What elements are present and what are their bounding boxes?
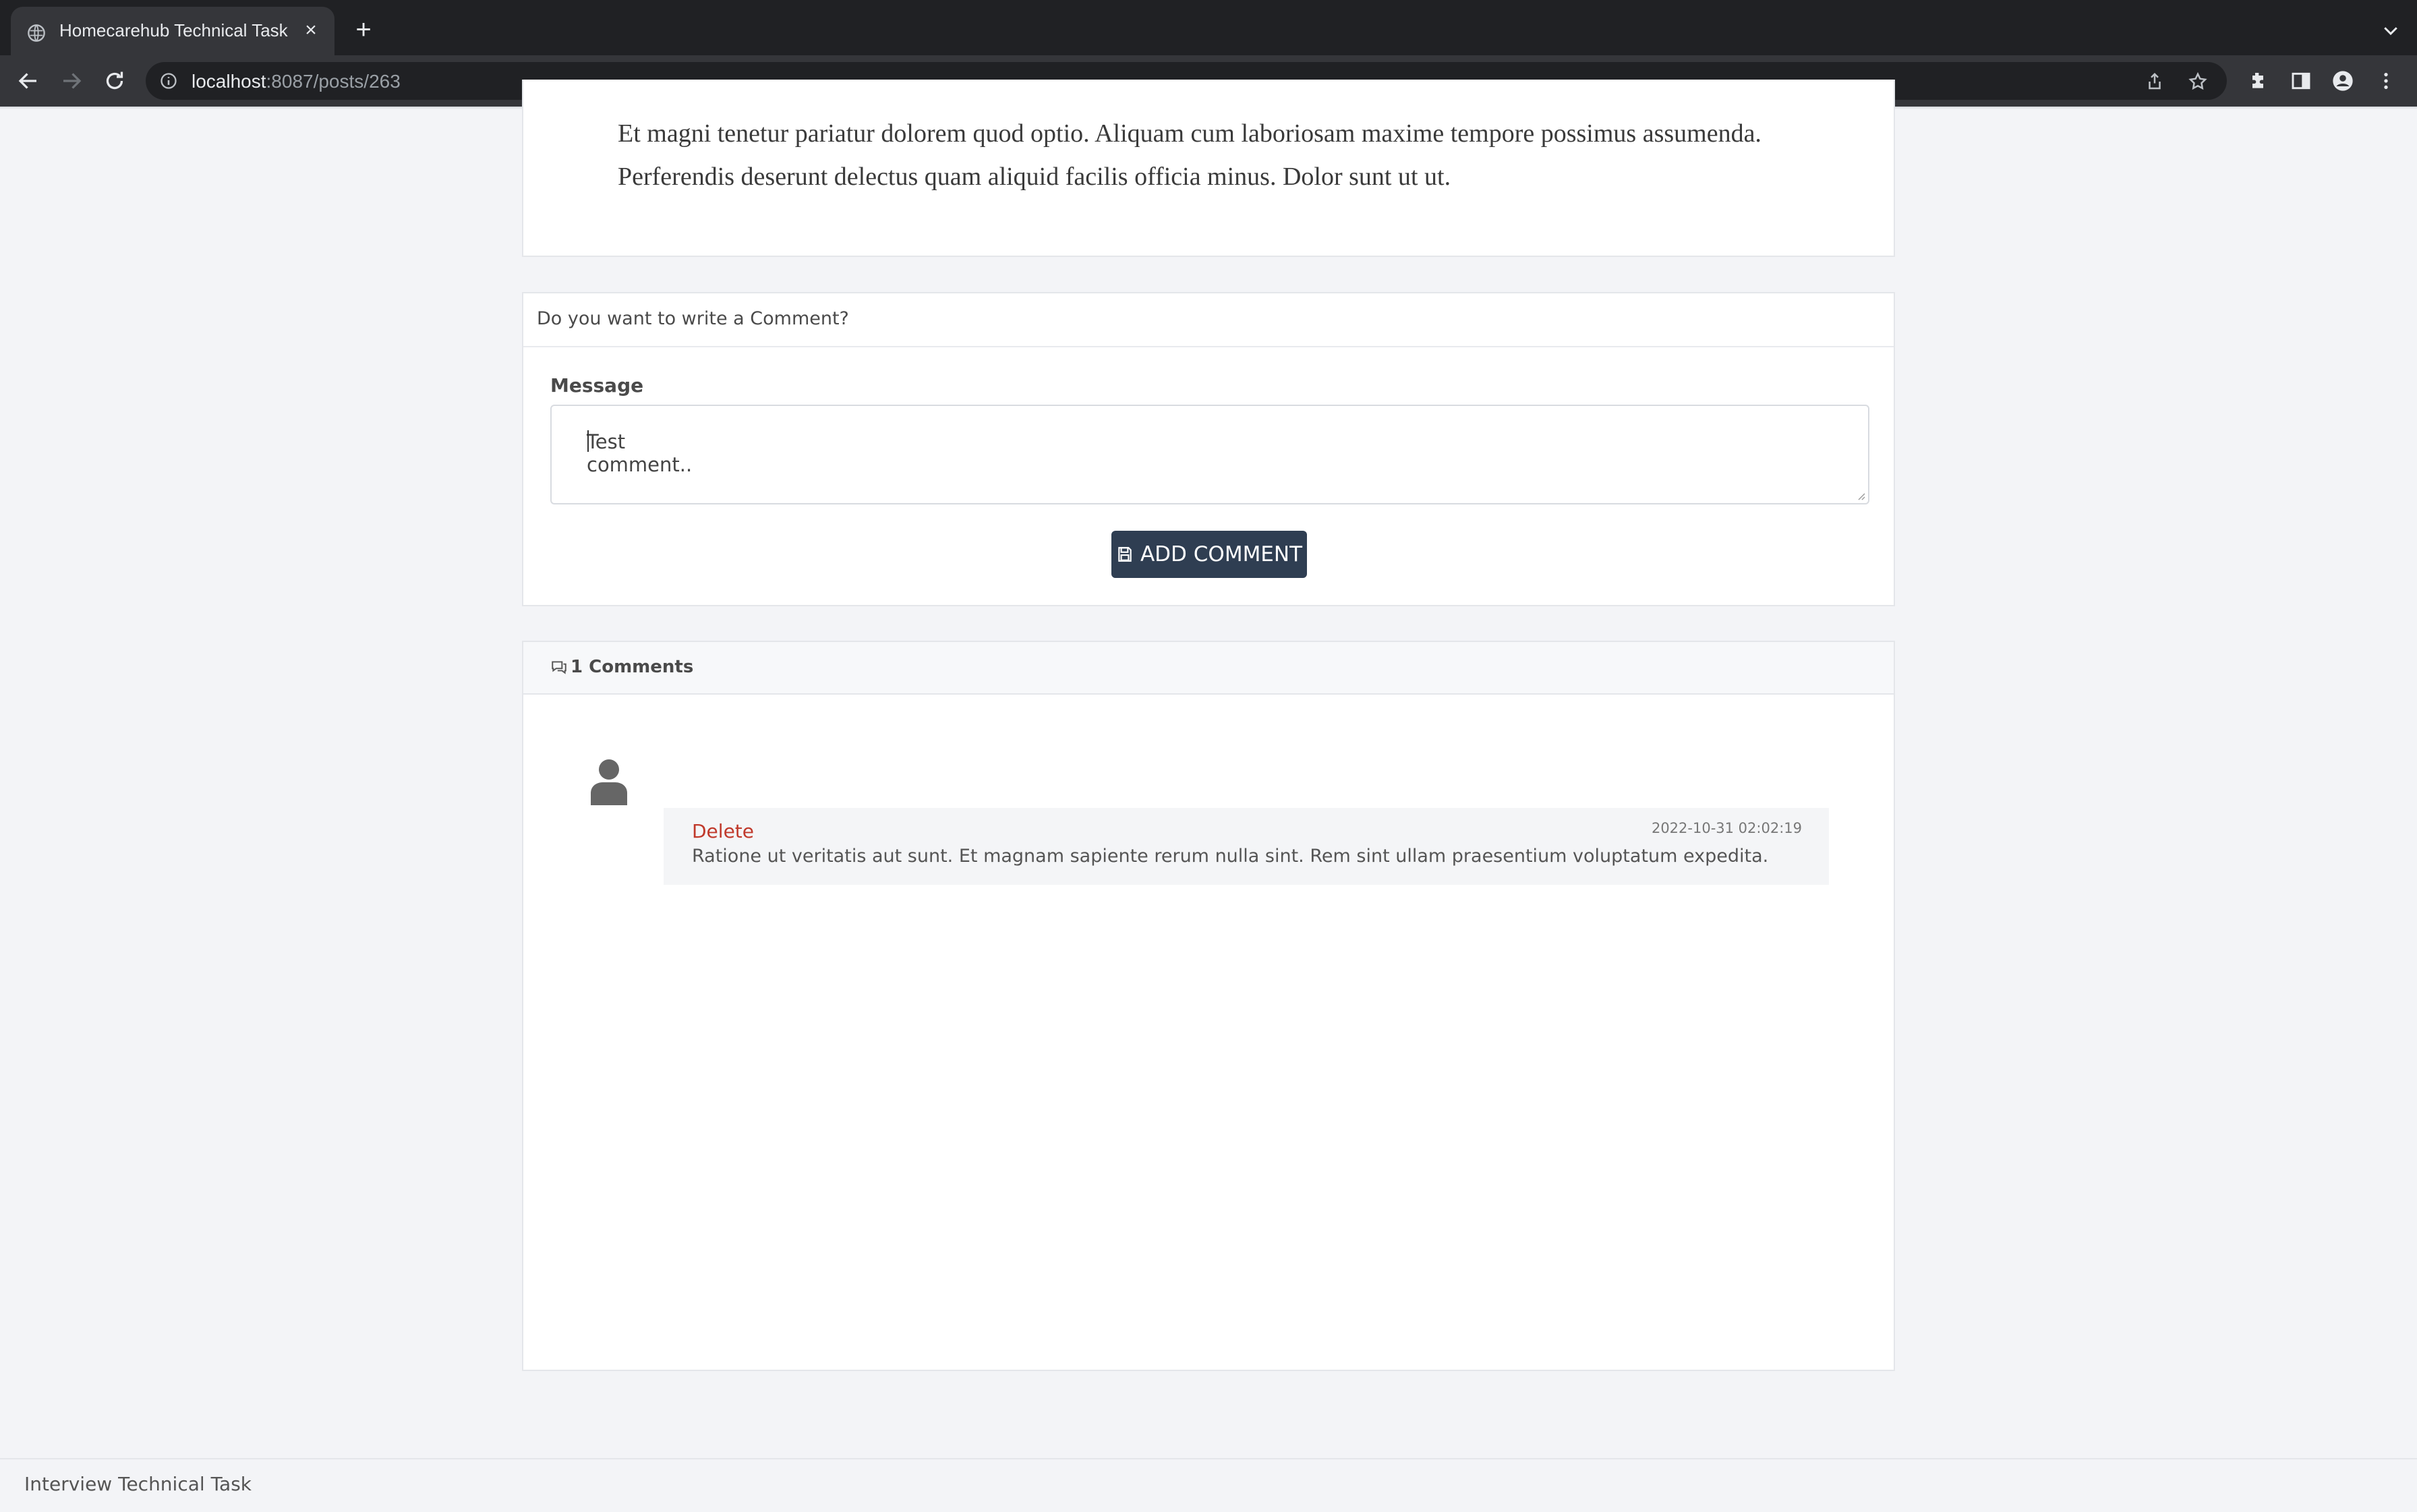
browser-tab[interactable]: Homecarehub Technical Task × (11, 7, 334, 59)
comment-item: Delete 2022-10-31 02:02:19 Ratione ut ve… (664, 808, 1829, 885)
comment-text: Ratione ut veritatis aut sunt. Et magnam… (692, 846, 1769, 867)
message-text: Test comment.. (587, 430, 693, 476)
footer-text: Interview Technical Task (24, 1473, 252, 1495)
resize-handle-icon[interactable] (1856, 491, 1865, 500)
comments-header: 1 Comments (523, 642, 1894, 695)
message-label: Message (550, 374, 644, 397)
add-comment-button[interactable]: ADD COMMENT (1111, 531, 1307, 578)
post-body: Et magni tenetur pariatur dolorem quod o… (618, 119, 1761, 191)
back-arrow-icon[interactable] (16, 69, 40, 93)
new-tab-icon[interactable]: + (351, 16, 376, 43)
info-icon[interactable] (159, 71, 178, 90)
page-content: Et magni tenetur pariatur dolorem quod o… (0, 80, 2417, 1511)
message-textarea[interactable]: Test comment.. (550, 405, 1869, 504)
side-panel-icon[interactable] (2290, 70, 2312, 92)
comments-card: 1 Comments Delete 2022-10-31 02:02:19 Ra… (522, 641, 1895, 1371)
comment-form-card: Do you want to write a Comment? Message … (522, 292, 1895, 606)
bookmark-star-icon[interactable] (2188, 71, 2208, 92)
close-tab-icon[interactable]: × (299, 19, 322, 42)
save-icon (1118, 547, 1132, 562)
comments-icon (552, 661, 566, 674)
comments-count: 1 Comments (571, 657, 694, 677)
delete-comment-link[interactable]: Delete (692, 820, 754, 842)
comment-form-header: Do you want to write a Comment? (523, 293, 1894, 347)
forward-arrow-icon[interactable] (59, 69, 84, 93)
add-comment-label: ADD COMMENT (1140, 542, 1303, 566)
url-text: localhost:8087/posts/263 (192, 71, 401, 92)
text-caret (587, 430, 589, 452)
url-host: localhost (192, 71, 266, 92)
share-icon[interactable] (2145, 71, 2165, 92)
globe-icon (28, 24, 45, 42)
url-path: :8087/posts/263 (266, 71, 401, 92)
page-footer: Interview Technical Task (0, 1458, 2417, 1512)
comment-date: 2022-10-31 02:02:19 (1651, 820, 1802, 836)
extensions-puzzle-icon[interactable] (2247, 70, 2269, 92)
more-menu-icon[interactable] (2375, 70, 2397, 92)
reload-icon[interactable] (103, 69, 127, 93)
post-card: Et magni tenetur pariatur dolorem quod o… (522, 80, 1895, 257)
comment-form-heading: Do you want to write a Comment? (537, 308, 849, 329)
browser-tab-bar: Homecarehub Technical Task × + (0, 0, 2417, 59)
chevron-down-icon[interactable] (2381, 20, 2401, 40)
profile-icon[interactable] (2332, 70, 2354, 92)
tab-title: Homecarehub Technical Task (59, 20, 288, 40)
user-avatar-icon (591, 759, 627, 805)
